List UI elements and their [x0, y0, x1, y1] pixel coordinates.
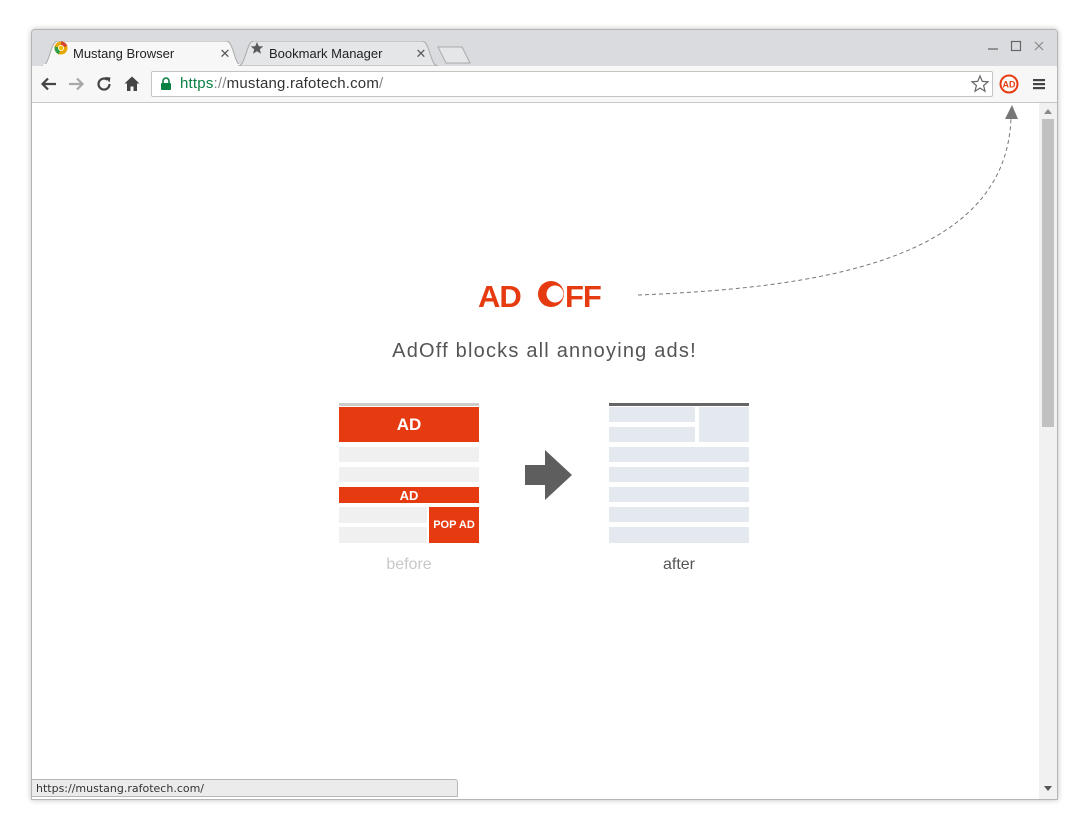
url-scheme: https [180, 75, 214, 92]
star-icon [250, 42, 264, 61]
content-block [609, 427, 695, 442]
top-bar [609, 403, 749, 406]
lock-icon [160, 77, 172, 96]
adoff-extension-label: AD [1003, 80, 1016, 90]
address-bar[interactable]: https://mustang.rafotech.com/ [151, 71, 993, 97]
tab-mustang-browser[interactable]: Mustang Browser ✕ [42, 41, 242, 66]
scroll-down-arrow[interactable] [1043, 784, 1053, 794]
mustang-browser-icon [54, 41, 68, 61]
browser-menu-button[interactable] [1029, 73, 1049, 95]
status-bar-url: https://mustang.rafotech.com/ [32, 779, 458, 797]
top-bar [339, 403, 479, 406]
adoff-extension-button[interactable]: AD [998, 73, 1020, 95]
content-row [339, 467, 479, 482]
logo-text-left: AD [478, 279, 521, 311]
ad-block: AD [339, 407, 479, 442]
forward-arrow-icon [69, 77, 85, 91]
content-row [609, 487, 749, 502]
after-caption: after [662, 556, 695, 573]
tab-bookmark-manager[interactable]: Bookmark Manager ✕ [238, 41, 438, 66]
url-path: / [379, 75, 384, 92]
close-window-button[interactable] [1029, 38, 1049, 54]
before-caption: before [386, 556, 432, 573]
hamburger-menu-icon [1033, 79, 1045, 90]
right-arrow-icon [525, 450, 572, 500]
content-row [609, 527, 749, 543]
vertical-scrollbar[interactable] [1039, 103, 1057, 799]
bookmark-star-icon[interactable] [970, 74, 990, 99]
after-illustration [609, 403, 749, 543]
back-button[interactable] [38, 73, 60, 95]
minimize-button[interactable] [983, 38, 1003, 54]
reload-button[interactable] [93, 73, 115, 95]
content-row [339, 507, 427, 523]
before-illustration: AD AD POP AD [339, 403, 479, 543]
scroll-thumb[interactable] [1042, 119, 1054, 427]
adoff-logo: AD FF [478, 279, 614, 316]
browser-window: Mustang Browser ✕ Bookmark Manager ✕ htt… [31, 29, 1058, 800]
tab-close-button[interactable]: ✕ [218, 46, 232, 62]
reload-icon [97, 77, 111, 91]
content-row [339, 447, 479, 462]
title-bar: Mustang Browser ✕ Bookmark Manager ✕ [32, 30, 1057, 66]
content-block [699, 407, 749, 442]
ad-banner: AD [339, 487, 479, 503]
tab-title: Mustang Browser [73, 46, 175, 61]
home-icon [124, 76, 140, 91]
tagline: AdOff blocks all annoying ads! [392, 340, 697, 362]
scroll-up-arrow[interactable] [1043, 106, 1053, 116]
new-tab-button[interactable] [437, 46, 471, 64]
url-host: mustang.rafotech.com [226, 75, 380, 92]
toolbar: https://mustang.rafotech.com/ AD [32, 66, 1057, 103]
content-block [609, 407, 695, 422]
logo-text-right: FF [565, 279, 601, 311]
forward-button[interactable] [65, 73, 87, 95]
tab-close-button[interactable]: ✕ [414, 46, 428, 62]
home-button[interactable] [121, 73, 143, 95]
content-row [609, 467, 749, 482]
content-row [339, 527, 427, 543]
content-row [609, 507, 749, 522]
pop-ad: POP AD [429, 507, 479, 543]
url-separator: :// [213, 75, 227, 92]
page-content: AD FF AdOff blocks all annoying ads! AD … [32, 103, 1039, 799]
tab-title: Bookmark Manager [269, 46, 383, 61]
maximize-button[interactable] [1006, 38, 1026, 54]
adoff-extension-icon: AD [999, 74, 1019, 94]
back-arrow-icon [40, 77, 56, 91]
content-row [609, 447, 749, 462]
url-text: https://mustang.rafotech.com/ [180, 75, 383, 92]
